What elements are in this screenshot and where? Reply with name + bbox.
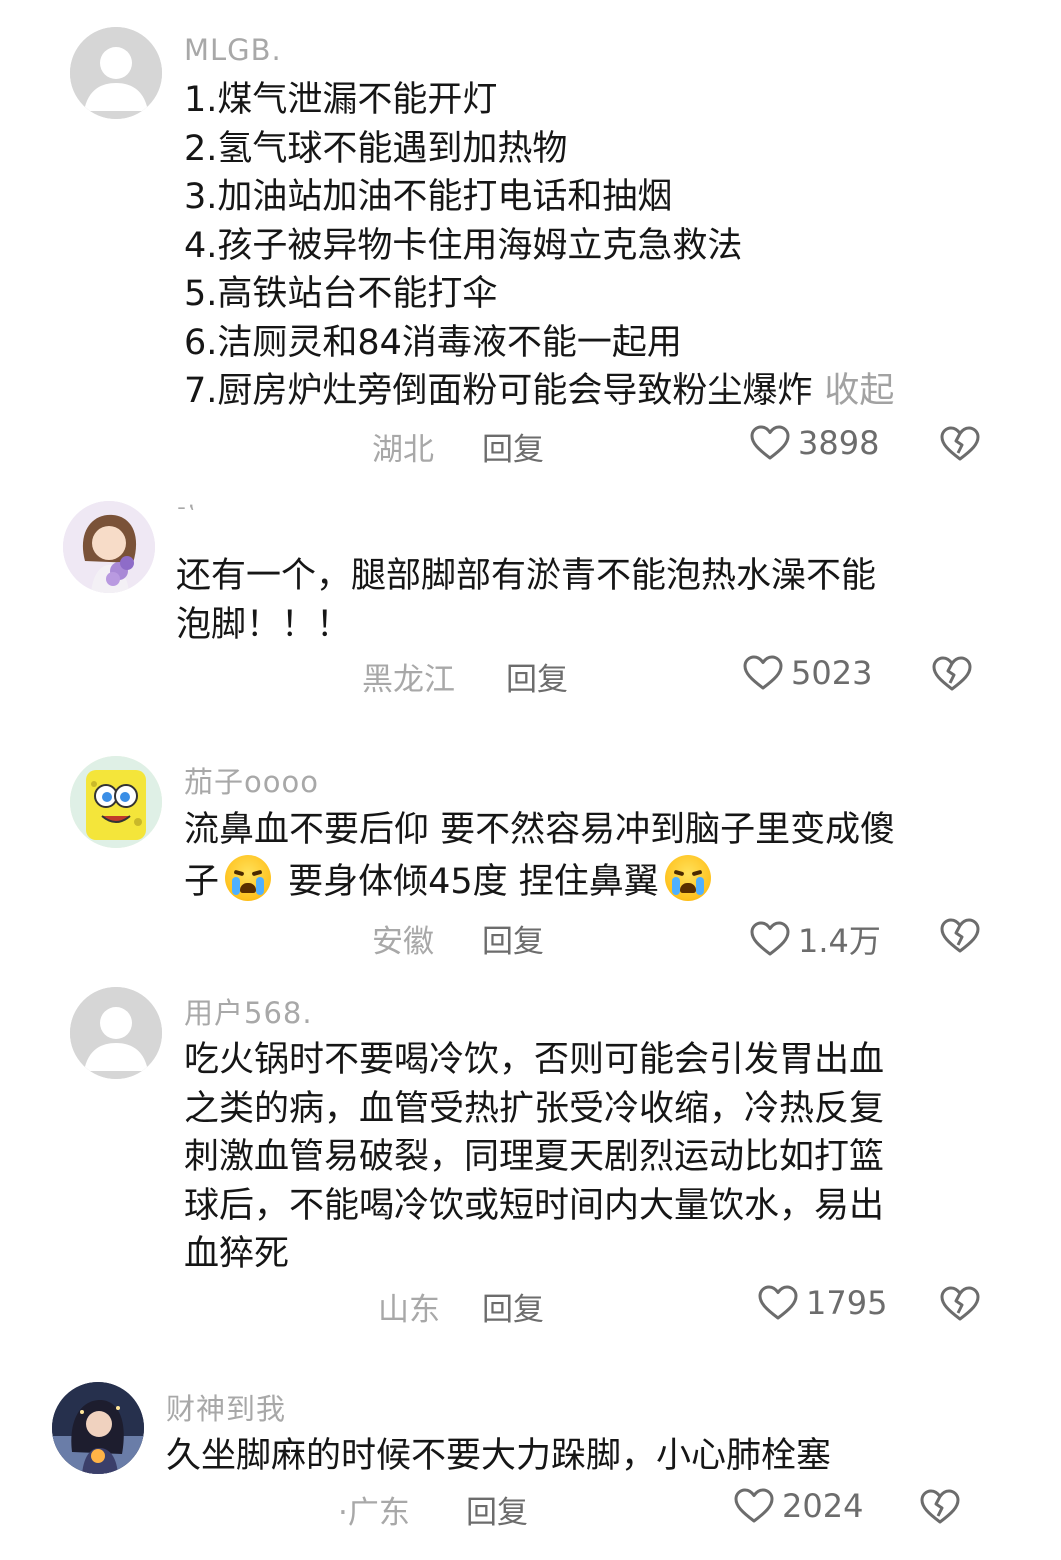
comment-line: 7.厨房炉灶旁倒面粉可能会导致粉尘爆炸 (184, 371, 813, 411)
location-label: 黑龙江 (362, 662, 455, 698)
location-label: 安徽 (372, 924, 434, 960)
user-avatar[interactable] (70, 987, 162, 1079)
broken-heart-icon[interactable] (920, 1489, 960, 1525)
heart-icon (750, 425, 790, 460)
location-label: 山东 (378, 1292, 440, 1328)
like-count: 5023 (791, 654, 873, 692)
crying-emoji-icon (664, 854, 711, 901)
comment-line: 子 (184, 861, 220, 902)
broken-heart-icon[interactable] (940, 918, 980, 954)
comment-line: 4.孩子被异物卡住用海姆立克急救法 (184, 225, 743, 266)
broken-heart-icon[interactable] (940, 426, 980, 462)
comment-line: 5.高铁站台不能打伞 (184, 274, 498, 314)
collapse-button[interactable]: 收起 (824, 371, 894, 411)
username[interactable]: MLGB. (184, 33, 282, 67)
user-avatar[interactable] (63, 501, 155, 593)
like-count: 2024 (782, 1487, 864, 1525)
like-count: 1795 (806, 1284, 888, 1322)
anime-girl-avatar-icon (52, 1382, 144, 1474)
heart-icon (734, 1488, 774, 1523)
location-label: ·广东 (338, 1495, 410, 1531)
girl-with-flowers-avatar-icon (63, 501, 155, 593)
comment-line: 流鼻血不要后仰 要不然容易冲到脑子里变成傻 (184, 810, 896, 850)
heart-icon (758, 1285, 798, 1320)
spongebob-avatar-icon (70, 756, 162, 848)
comment-line: 6.洁厕灵和84消毒液不能一起用 (184, 322, 682, 363)
username[interactable]: 茄子oooo (184, 759, 319, 801)
reply-button[interactable]: 回复 (482, 916, 544, 961)
default-avatar-icon (70, 27, 162, 119)
like-button[interactable]: 2024 (734, 1487, 863, 1525)
comment-text: 久坐脚麻的时候不要大力跺脚，小心肺栓塞 (166, 1432, 831, 1481)
like-button[interactable]: 5023 (743, 654, 872, 692)
comment-line: 还有一个，腿部脚部有淤青不能泡热水澡不能 (176, 556, 877, 596)
comment-line: 刺激血管易破裂，同理夏天剧烈运动比如打篮 (184, 1137, 885, 1177)
heart-icon (743, 655, 783, 690)
comment-text: 还有一个，腿部脚部有淤青不能泡热水澡不能 泡脚！！！ (176, 552, 876, 649)
reply-button[interactable]: 回复 (506, 654, 568, 699)
user-avatar[interactable] (70, 756, 162, 848)
reply-button[interactable]: 回复 (482, 1284, 544, 1329)
reply-button[interactable]: 回复 (482, 424, 544, 469)
default-avatar-icon (70, 987, 162, 1079)
like-count: 3898 (798, 424, 880, 462)
reply-button[interactable]: 回复 (466, 1487, 528, 1532)
username[interactable]: ˉʽ (176, 505, 196, 530)
like-button[interactable]: 3898 (750, 424, 879, 462)
comment-line: 吃火锅时不要喝冷饮，否则可能会引发胃出血 (184, 1040, 885, 1080)
username[interactable]: 用户568. (184, 990, 313, 1032)
comment-line: 3.加油站加油不能打电话和抽烟 (184, 177, 673, 217)
comment-text: 吃火锅时不要喝冷饮，否则可能会引发胃出血 之类的病，血管受热扩张受冷收缩，冷热反… (184, 1036, 884, 1279)
comment-line: 球后，不能喝冷饮或短时间内大量饮水，易出 (184, 1185, 885, 1226)
comment-line: 久坐脚麻的时候不要大力跺脚，小心肺栓塞 (166, 1436, 832, 1476)
user-avatar[interactable] (70, 27, 162, 119)
comment-line: 1.煤气泄漏不能开灯 (184, 80, 498, 120)
username[interactable]: 财神到我 (166, 1386, 286, 1428)
crying-emoji-icon (225, 854, 272, 901)
location-label: 湖北 (372, 432, 434, 468)
comment-line: 之类的病，血管受热扩张受冷收缩，冷热反复 (184, 1088, 885, 1129)
user-avatar[interactable] (52, 1382, 144, 1474)
comment-line: 2.氢气球不能遇到加热物 (184, 128, 568, 169)
heart-icon (750, 921, 790, 956)
broken-heart-icon[interactable] (932, 656, 972, 692)
comment-text: 流鼻血不要后仰 要不然容易冲到脑子里变成傻 子 要身体倾45度 捏住鼻翼 (184, 806, 895, 906)
like-count: 1.4万 (798, 922, 881, 960)
comment-text: 1.煤气泄漏不能开灯 2.氢气球不能遇到加热物 3.加油站加油不能打电话和抽烟 … (184, 76, 894, 416)
like-button[interactable]: 1795 (758, 1284, 887, 1322)
comment-line: 血猝死 (184, 1234, 290, 1274)
comment-line: 泡脚！！！ (176, 604, 352, 645)
comment-line: 要身体倾45度 捏住鼻翼 (277, 861, 659, 902)
like-button[interactable]: 1.4万 (750, 916, 881, 962)
broken-heart-icon[interactable] (940, 1286, 980, 1322)
